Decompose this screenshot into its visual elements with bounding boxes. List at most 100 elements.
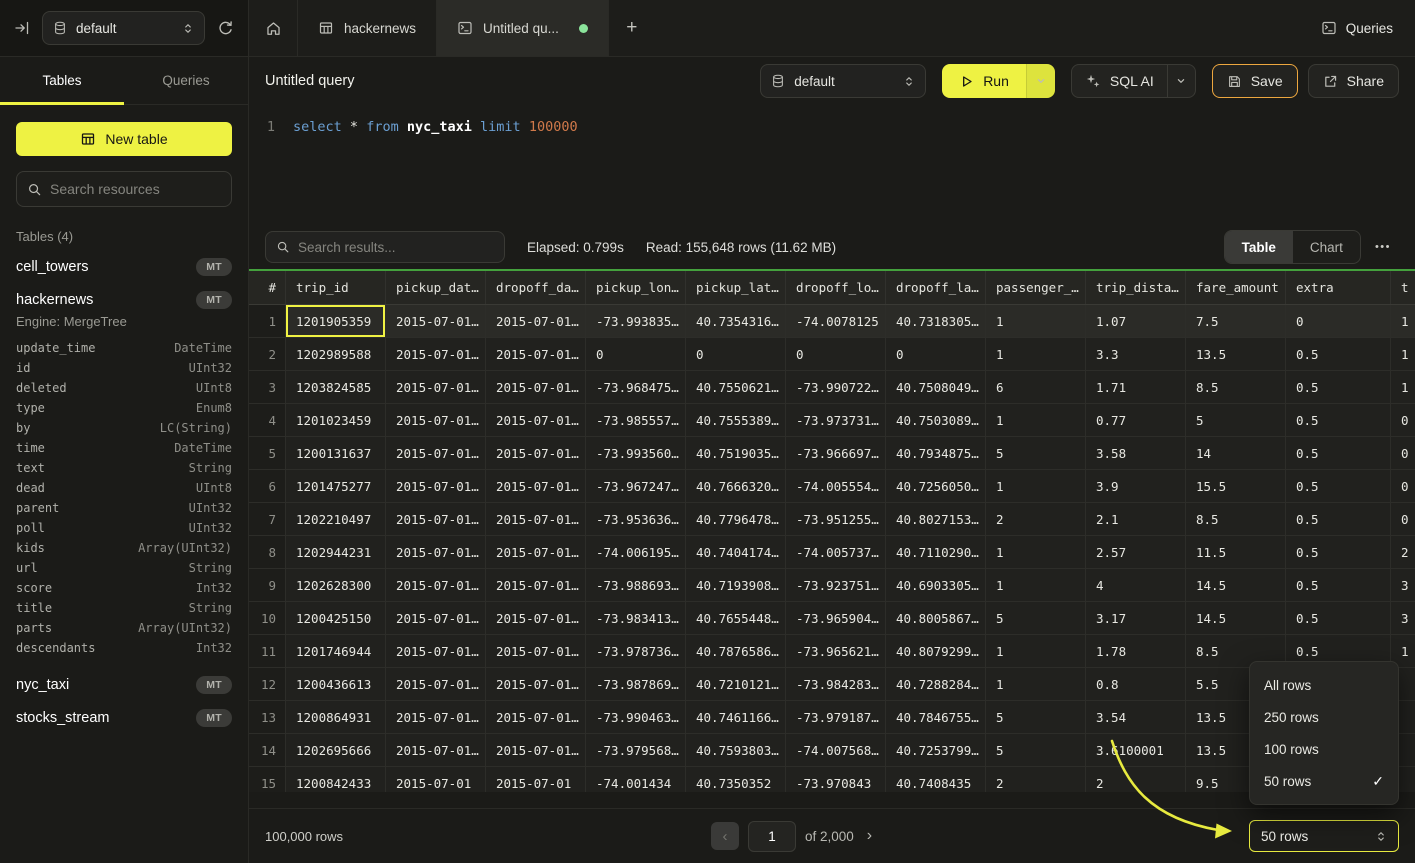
table-cell[interactable]: 8.5: [1186, 503, 1286, 535]
topbar-database-selector[interactable]: default: [42, 11, 205, 45]
table-cell[interactable]: -73.967247…: [586, 470, 686, 502]
table-cell[interactable]: 0: [1391, 437, 1414, 469]
table-cell[interactable]: 3: [1391, 569, 1414, 601]
table-row[interactable]: 512001316372015-07-01…2015-07-01…-73.993…: [249, 437, 1415, 470]
row-number[interactable]: 8: [249, 536, 286, 568]
row-number[interactable]: 13: [249, 701, 286, 733]
table-cell[interactable]: 1: [986, 536, 1086, 568]
table-cell[interactable]: -74.005554…: [786, 470, 886, 502]
row-number[interactable]: 6: [249, 470, 286, 502]
menu-item[interactable]: 250 rows: [1250, 701, 1398, 733]
column-header[interactable]: trip_dista…: [1086, 271, 1186, 304]
column-header[interactable]: fare_amount: [1186, 271, 1286, 304]
table-cell[interactable]: 2015-07-01…: [386, 503, 486, 535]
table-cell[interactable]: 14: [1186, 437, 1286, 469]
table-cell[interactable]: 0.5: [1286, 602, 1391, 634]
table-cell[interactable]: 1: [986, 305, 1086, 337]
table-cell[interactable]: 0.8: [1086, 668, 1186, 700]
table-cell[interactable]: 0: [1286, 305, 1391, 337]
table-cell[interactable]: -73.973731…: [786, 404, 886, 436]
column-header[interactable]: pickup_lat…: [686, 271, 786, 304]
column-header[interactable]: dropoff_la…: [886, 271, 986, 304]
table-cell[interactable]: 0: [1391, 404, 1414, 436]
table-cell[interactable]: 40.8027153…: [886, 503, 986, 535]
table-cell[interactable]: -73.979187…: [786, 701, 886, 733]
column-header[interactable]: dropoff_da…: [486, 271, 586, 304]
table-cell[interactable]: 15.5: [1186, 470, 1286, 502]
table-cell[interactable]: 1: [1391, 338, 1414, 370]
table-cell[interactable]: -73.987869…: [586, 668, 686, 700]
table-cell[interactable]: 2.57: [1086, 536, 1186, 568]
menu-item[interactable]: 100 rows: [1250, 733, 1398, 765]
table-cell[interactable]: 13.5: [1186, 338, 1286, 370]
table-cell[interactable]: -73.978736…: [586, 635, 686, 667]
sidebar-item-stocks-stream[interactable]: stocks_stream MT: [16, 701, 232, 734]
column-header[interactable]: dropoff_lo…: [786, 271, 886, 304]
refresh-icon[interactable]: [217, 20, 234, 37]
table-cell[interactable]: 40.7876586…: [686, 635, 786, 667]
table-cell[interactable]: 0.5: [1286, 338, 1391, 370]
query-database-selector[interactable]: default: [760, 64, 926, 98]
table-cell[interactable]: 40.7350352: [686, 767, 786, 792]
table-cell[interactable]: 2: [1391, 536, 1414, 568]
previous-page-button[interactable]: ‹: [711, 822, 739, 850]
table-cell[interactable]: 2015-07-01…: [386, 602, 486, 634]
row-number[interactable]: 14: [249, 734, 286, 766]
table-cell[interactable]: 40.7110290…: [886, 536, 986, 568]
page-number-input[interactable]: [748, 821, 796, 852]
table-cell[interactable]: 2015-07-01…: [486, 701, 586, 733]
table-row[interactable]: 1212004366132015-07-01…2015-07-01…-73.98…: [249, 668, 1415, 701]
column-header[interactable]: extra: [1286, 271, 1391, 304]
table-cell[interactable]: 40.7256050…: [886, 470, 986, 502]
table-cell[interactable]: 0.5: [1286, 437, 1391, 469]
table-cell[interactable]: 2015-07-01…: [386, 371, 486, 403]
new-tab-button[interactable]: +: [609, 0, 655, 56]
sidebar-tab-queries[interactable]: Queries: [124, 57, 248, 104]
table-cell[interactable]: 1: [986, 668, 1086, 700]
table-cell[interactable]: 2: [986, 767, 1086, 792]
table-cell[interactable]: -73.965621…: [786, 635, 886, 667]
table-cell[interactable]: 2015-07-01…: [486, 503, 586, 535]
tab-hackernews[interactable]: hackernews: [298, 0, 437, 56]
table-cell[interactable]: 40.7593803…: [686, 734, 786, 766]
table-cell[interactable]: 5: [986, 701, 1086, 733]
new-table-button[interactable]: New table: [16, 122, 232, 156]
table-cell[interactable]: 2015-07-01…: [386, 701, 486, 733]
table-cell[interactable]: 0.5: [1286, 371, 1391, 403]
table-cell[interactable]: -73.990463…: [586, 701, 686, 733]
table-cell[interactable]: 2015-07-01…: [386, 437, 486, 469]
table-cell[interactable]: -73.993560…: [586, 437, 686, 469]
table-cell[interactable]: -73.985557…: [586, 404, 686, 436]
table-cell[interactable]: 2015-07-01…: [486, 371, 586, 403]
table-cell[interactable]: -73.953636…: [586, 503, 686, 535]
row-number[interactable]: 2: [249, 338, 286, 370]
table-cell[interactable]: 2015-07-01…: [386, 305, 486, 337]
table-cell[interactable]: 2015-07-01…: [486, 635, 586, 667]
table-cell[interactable]: 3.58: [1086, 437, 1186, 469]
table-cell[interactable]: -73.966697…: [786, 437, 886, 469]
tab-home[interactable]: [249, 0, 298, 56]
table-cell[interactable]: 2015-07-01: [486, 767, 586, 792]
table-cell[interactable]: -74.007568…: [786, 734, 886, 766]
table-cell[interactable]: 14.5: [1186, 602, 1286, 634]
table-cell[interactable]: 2015-07-01…: [486, 569, 586, 601]
table-cell[interactable]: 2015-07-01…: [486, 404, 586, 436]
table-cell[interactable]: 5: [986, 437, 1086, 469]
table-cell[interactable]: 1201023459: [286, 404, 386, 436]
table-cell[interactable]: 1: [986, 470, 1086, 502]
table-cell[interactable]: 1: [986, 569, 1086, 601]
save-button[interactable]: Save: [1212, 64, 1298, 98]
results-search-input[interactable]: [298, 240, 494, 255]
table-cell[interactable]: 0: [1391, 503, 1414, 535]
table-cell[interactable]: 2: [1086, 767, 1186, 792]
table-cell[interactable]: 40.8005867…: [886, 602, 986, 634]
sidebar-search[interactable]: [16, 171, 232, 207]
table-cell[interactable]: 2015-07-01…: [386, 734, 486, 766]
row-number[interactable]: 1: [249, 305, 286, 337]
table-cell[interactable]: 1: [986, 404, 1086, 436]
run-options-button[interactable]: [1026, 64, 1055, 98]
table-cell[interactable]: 40.7796478…: [686, 503, 786, 535]
column-header[interactable]: t: [1391, 271, 1414, 304]
table-cell[interactable]: 3.9: [1086, 470, 1186, 502]
table-cell[interactable]: 0: [586, 338, 686, 370]
